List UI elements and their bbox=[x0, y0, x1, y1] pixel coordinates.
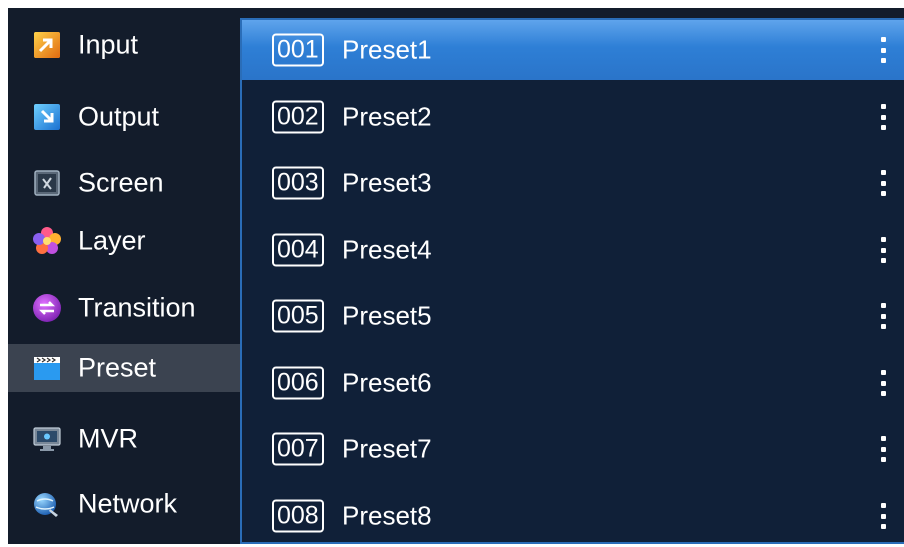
sidebar: Input Output Screen Layer Transition Pre… bbox=[8, 8, 240, 544]
more-options-icon[interactable] bbox=[876, 237, 890, 263]
preset-number: 006 bbox=[272, 366, 324, 400]
sidebar-item-screen[interactable]: Screen bbox=[8, 159, 240, 207]
preset-row[interactable]: 006 Preset6 bbox=[242, 353, 904, 413]
preset-icon bbox=[32, 353, 62, 383]
sidebar-item-mvr[interactable]: MVR bbox=[8, 415, 240, 463]
preset-row[interactable]: 003 Preset3 bbox=[242, 153, 904, 213]
preset-number: 005 bbox=[272, 299, 324, 333]
sidebar-item-preset[interactable]: Preset bbox=[8, 344, 240, 392]
mvr-icon bbox=[32, 424, 62, 454]
sidebar-item-label: Screen bbox=[78, 167, 164, 198]
sidebar-item-label: Input bbox=[78, 29, 139, 60]
sidebar-item-transition[interactable]: Transition bbox=[8, 284, 240, 332]
preset-row[interactable]: 002 Preset2 bbox=[242, 87, 904, 147]
preset-row[interactable]: 004 Preset4 bbox=[242, 220, 904, 280]
preset-name: Preset4 bbox=[342, 234, 432, 265]
sidebar-item-label: MVR bbox=[78, 423, 138, 454]
sidebar-item-label: Layer bbox=[78, 225, 146, 256]
preset-number: 003 bbox=[272, 166, 324, 200]
preset-list: 001 Preset1 002 Preset2 003 Preset3 004 … bbox=[240, 18, 904, 544]
preset-number: 002 bbox=[272, 100, 324, 134]
more-options-icon[interactable] bbox=[876, 436, 890, 462]
preset-number: 008 bbox=[272, 499, 324, 533]
more-options-icon[interactable] bbox=[876, 303, 890, 329]
preset-name: Preset6 bbox=[342, 367, 432, 398]
screen-icon bbox=[32, 168, 62, 198]
layer-icon bbox=[32, 226, 62, 256]
preset-name: Preset1 bbox=[342, 34, 432, 65]
sidebar-item-label: Preset bbox=[78, 352, 157, 383]
more-options-icon[interactable] bbox=[876, 170, 890, 196]
sidebar-item-input[interactable]: Input bbox=[8, 21, 240, 69]
preset-number: 001 bbox=[272, 33, 324, 67]
preset-name: Preset2 bbox=[342, 101, 432, 132]
preset-name: Preset8 bbox=[342, 500, 432, 531]
more-options-icon[interactable] bbox=[876, 503, 890, 529]
preset-number: 007 bbox=[272, 432, 324, 466]
input-icon bbox=[32, 30, 62, 60]
sidebar-item-network[interactable]: Network bbox=[8, 480, 240, 528]
preset-row[interactable]: 008 Preset8 bbox=[242, 486, 904, 546]
more-options-icon[interactable] bbox=[876, 104, 890, 130]
preset-row[interactable]: 007 Preset7 bbox=[242, 419, 904, 479]
sidebar-item-label: Output bbox=[78, 101, 160, 132]
preset-name: Preset3 bbox=[342, 167, 432, 198]
preset-name: Preset5 bbox=[342, 300, 432, 331]
transition-icon bbox=[32, 293, 62, 323]
output-icon bbox=[32, 102, 62, 132]
preset-row[interactable]: 001 Preset1 bbox=[242, 20, 904, 80]
sidebar-item-output[interactable]: Output bbox=[8, 93, 240, 141]
app-frame: Input Output Screen Layer Transition Pre… bbox=[8, 8, 904, 544]
sidebar-item-label: Network bbox=[78, 488, 178, 519]
preset-name: Preset7 bbox=[342, 433, 432, 464]
sidebar-item-label: Transition bbox=[78, 292, 196, 323]
more-options-icon[interactable] bbox=[876, 370, 890, 396]
sidebar-item-layer[interactable]: Layer bbox=[8, 217, 240, 265]
preset-row[interactable]: 005 Preset5 bbox=[242, 286, 904, 346]
network-icon bbox=[32, 489, 62, 519]
preset-number: 004 bbox=[272, 233, 324, 267]
more-options-icon[interactable] bbox=[876, 37, 890, 63]
